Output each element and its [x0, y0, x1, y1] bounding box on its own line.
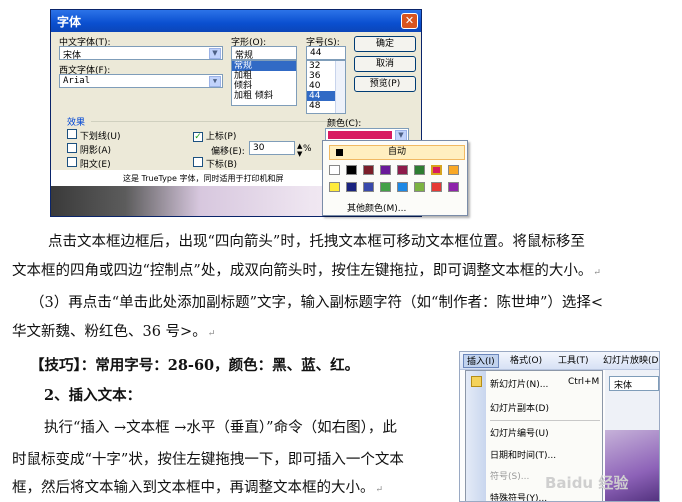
color-swatch-option[interactable] — [431, 182, 442, 192]
style-option[interactable]: 倾斜 — [232, 81, 296, 91]
new-slide-icon — [471, 376, 482, 387]
shadow-label: 阴影(A) — [79, 146, 112, 156]
section-heading: 2、插入文本： — [44, 387, 142, 404]
menu-slideshow[interactable]: 幻灯片放映(D) — [600, 354, 659, 368]
chinese-font-value: 宋体 — [63, 51, 82, 60]
shadow-checkbox[interactable] — [67, 143, 77, 153]
menu-insert[interactable]: 插入(I) — [463, 354, 499, 368]
menubar: 插入(I) 格式(O) 工具(T) 幻灯片放映(D) — [460, 352, 659, 370]
menu-item-slide-number[interactable]: 幻灯片编号(U) — [490, 426, 549, 439]
shadow-option[interactable]: 阴影(A) — [67, 143, 111, 156]
color-swatch-option[interactable] — [431, 165, 442, 175]
menu-icon-strip — [466, 371, 486, 501]
cancel-button[interactable]: 取消 — [354, 56, 416, 72]
color-swatch-option[interactable] — [346, 182, 357, 192]
scrollbar[interactable] — [335, 61, 345, 113]
paragraph-1-line-1: 点击文本框边框后，出现“四向箭头”时，托拽文本框可移动文本框位置。将鼠标移至 — [48, 234, 585, 250]
offset-label: 偏移(E): — [211, 147, 245, 157]
superscript-option[interactable]: ✓ 上标(P) — [193, 129, 236, 142]
western-font-value: Arial — [63, 76, 91, 86]
effects-divider — [91, 121, 361, 122]
offset-input[interactable]: 30 — [249, 141, 295, 155]
menu-item-new-slide[interactable]: 新幻灯片(N)... Ctrl+M — [490, 377, 599, 390]
checkmark-icon[interactable]: ✓ — [193, 132, 203, 142]
size-input[interactable]: 44 — [306, 46, 346, 60]
color-swatch-option[interactable] — [448, 182, 459, 192]
paragraph-1-line-2: 文本框的四角或四边“控制点”处，成双向箭头时，按住左键拖拉，即可调整文本框的大小… — [12, 263, 601, 279]
spinner-icon[interactable]: ▲ ▼ — [297, 142, 302, 158]
color-swatch-option[interactable] — [363, 182, 374, 192]
style-option[interactable]: 加粗 倾斜 — [232, 91, 296, 101]
color-swatch-option[interactable] — [397, 165, 408, 175]
offset-value: 30 — [253, 143, 265, 153]
color-swatch — [328, 131, 392, 139]
auto-color-button[interactable]: 自动 — [329, 145, 465, 160]
menu-item-date-time[interactable]: 日期和时间(T)... — [490, 448, 556, 461]
paragraph-2-line-1: （3）再点击“单击此处添加副标题”文字，输入副标题字符（如“制作者：陈世坤”）选… — [30, 295, 604, 311]
auto-color-label: 自动 — [387, 147, 406, 157]
emboss-option[interactable]: 阳文(E) — [67, 157, 111, 170]
percent-sign: % — [303, 144, 312, 154]
color-swatch-option[interactable] — [329, 182, 340, 192]
emboss-checkbox[interactable] — [67, 157, 77, 167]
underline-checkbox[interactable] — [67, 129, 77, 139]
color-swatch-option[interactable] — [414, 182, 425, 192]
return-mark: ↵ — [375, 485, 384, 495]
style-list[interactable]: 常规 加粗 倾斜 加粗 倾斜 — [231, 60, 297, 106]
chevron-down-icon: ▼ — [209, 48, 221, 59]
subscript-option[interactable]: 下标(B) — [193, 157, 237, 170]
dialog-title: 字体 — [57, 15, 82, 29]
style-option[interactable]: 常规 — [232, 61, 296, 71]
subscript-label: 下标(B) — [205, 160, 238, 170]
color-swatch-option[interactable] — [346, 165, 357, 175]
superscript-label: 上标(P) — [205, 132, 237, 142]
preview-button[interactable]: 预览(P) — [354, 76, 416, 92]
subscript-checkbox[interactable] — [193, 157, 203, 167]
color-swatch-option[interactable] — [380, 165, 391, 175]
more-colors-button[interactable]: 其他颜色(M)... — [347, 201, 406, 214]
underline-option[interactable]: 下划线(U) — [67, 129, 121, 142]
paragraph-2-line-2: 华文新魏、粉红色、36 号>。↵ — [12, 324, 216, 340]
menu-item-duplicate-slide[interactable]: 幻灯片副本(D) — [490, 401, 549, 414]
style-option[interactable]: 加粗 — [232, 71, 296, 81]
watermark-logo: Baidu 经验 — [545, 474, 629, 492]
return-mark: ↵ — [207, 329, 216, 339]
color-row-1 — [329, 165, 459, 175]
color-swatch-option[interactable] — [380, 182, 391, 192]
paragraph-3-line-2: 时鼠标变成“十字”状，按住左键拖拽一下，即可插入一个文本 — [12, 452, 404, 468]
style-input[interactable]: 常规 — [231, 46, 297, 60]
close-icon[interactable]: ✕ — [401, 13, 418, 29]
western-font-select[interactable]: Arial ▼ — [59, 74, 223, 88]
paragraph-3-line-3: 框，然后将文本输入到文本框中，再调整文本框的大小。↵ — [12, 480, 384, 496]
underline-label: 下划线(U) — [79, 132, 121, 142]
color-swatch-option[interactable] — [448, 165, 459, 175]
tip-line: 【技巧】：常用字号：28-60，颜色：黑、蓝、红。 — [30, 357, 360, 374]
emboss-label: 阳文(E) — [79, 160, 111, 170]
color-swatch-option[interactable] — [414, 165, 425, 175]
menu-item-symbol[interactable]: 符号(S)... — [490, 469, 529, 482]
color-row-2 — [329, 182, 459, 192]
size-list[interactable]: 32 36 40 44 48 — [306, 60, 346, 114]
color-swatch-option[interactable] — [397, 182, 408, 192]
shortcut-text: Ctrl+M — [568, 377, 600, 387]
color-palette-popup: 自动 其他颜色(M)... — [322, 140, 468, 216]
chevron-down-icon: ▼ — [209, 76, 221, 87]
color-swatch-option[interactable] — [363, 165, 374, 175]
ok-button[interactable]: 确定 — [354, 36, 416, 52]
menu-divider — [490, 420, 600, 421]
truetype-info-text: 这是 TrueType 字体，同时适用于打印机和屏 — [123, 174, 284, 183]
paragraph-3-line-1: 执行“插入 →文本框 →水平（垂直）”命令（如右图），此 — [44, 420, 397, 436]
menu-item-special-symbol[interactable]: 特殊符号(Y)... — [490, 491, 547, 501]
color-swatch-option[interactable] — [329, 165, 340, 175]
font-box[interactable]: 宋体 — [609, 376, 659, 391]
chinese-font-select[interactable]: 宋体 ▼ — [59, 46, 223, 60]
auto-color-swatch — [336, 149, 343, 156]
menu-format[interactable]: 格式(O) — [507, 354, 545, 368]
effects-label: 效果 — [67, 118, 86, 128]
dialog-titlebar: 字体 ✕ — [51, 10, 421, 32]
menu-tools[interactable]: 工具(T) — [555, 354, 592, 368]
return-mark: ↵ — [593, 268, 601, 278]
